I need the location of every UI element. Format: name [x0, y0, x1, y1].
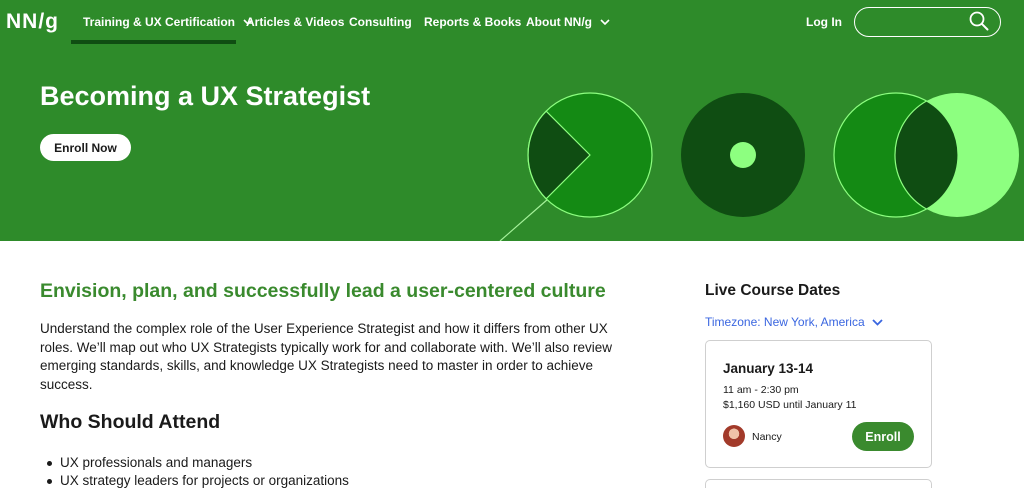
search-icon[interactable]: [968, 10, 990, 32]
course-intro: Understand the complex role of the User …: [40, 321, 612, 392]
nav-articles[interactable]: Articles & Videos: [246, 15, 344, 29]
attend-list: UX professionals and managers UX strateg…: [46, 454, 349, 488]
who-should-attend-heading: Who Should Attend: [40, 411, 221, 433]
nav-articles-label: Articles & Videos: [246, 15, 345, 29]
nav-training-label: Training & UX Certification: [83, 15, 236, 29]
hero-title: Becoming a UX Strategist: [40, 81, 371, 111]
nav-consulting[interactable]: Consulting: [349, 15, 412, 29]
list-item: UX professionals and managers: [46, 454, 349, 472]
top-nav: NN/g Training & UX Certification Article…: [0, 0, 1024, 45]
live-course-dates-heading: Live Course Dates: [705, 282, 841, 299]
timezone-label: Timezone: New York, America: [705, 315, 865, 329]
nav-about-label: About NN/g: [526, 15, 592, 29]
course-date-card-next: [705, 479, 932, 488]
chevron-down-icon: [872, 319, 883, 326]
login-link[interactable]: Log In: [806, 15, 842, 29]
course-date-card: January 13-14 11 am - 2:30 pm $1,160 USD…: [705, 340, 932, 468]
chevron-down-icon: [600, 19, 610, 25]
nav-training[interactable]: Training & UX Certification: [83, 15, 253, 29]
nav-active-indicator: [71, 40, 236, 44]
hero-banner: Becoming a UX Strategist Enroll Now: [0, 45, 1024, 241]
nav-reports-label: Reports & Books: [424, 15, 522, 29]
enroll-now-button[interactable]: Enroll Now: [40, 134, 131, 161]
nav-about[interactable]: About NN/g: [526, 15, 610, 29]
hero-illustration: [499, 92, 1019, 241]
course-subtitle: Envision, plan, and successfully lead a …: [40, 280, 606, 302]
instructor-name[interactable]: Nancy: [752, 431, 782, 443]
course-time: 11 am - 2:30 pm: [723, 384, 799, 396]
list-item: UX strategy leaders for projects or orga…: [46, 472, 349, 488]
course-price: $1,160 USD until January 11: [723, 399, 857, 411]
nng-logo[interactable]: NN/g: [6, 10, 59, 34]
timezone-selector[interactable]: Timezone: New York, America: [705, 315, 883, 329]
enroll-button[interactable]: Enroll: [852, 422, 914, 451]
avatar: [723, 425, 745, 447]
nav-consulting-label: Consulting: [349, 15, 412, 29]
nav-reports[interactable]: Reports & Books: [424, 15, 521, 29]
course-date: January 13-14: [723, 361, 814, 376]
